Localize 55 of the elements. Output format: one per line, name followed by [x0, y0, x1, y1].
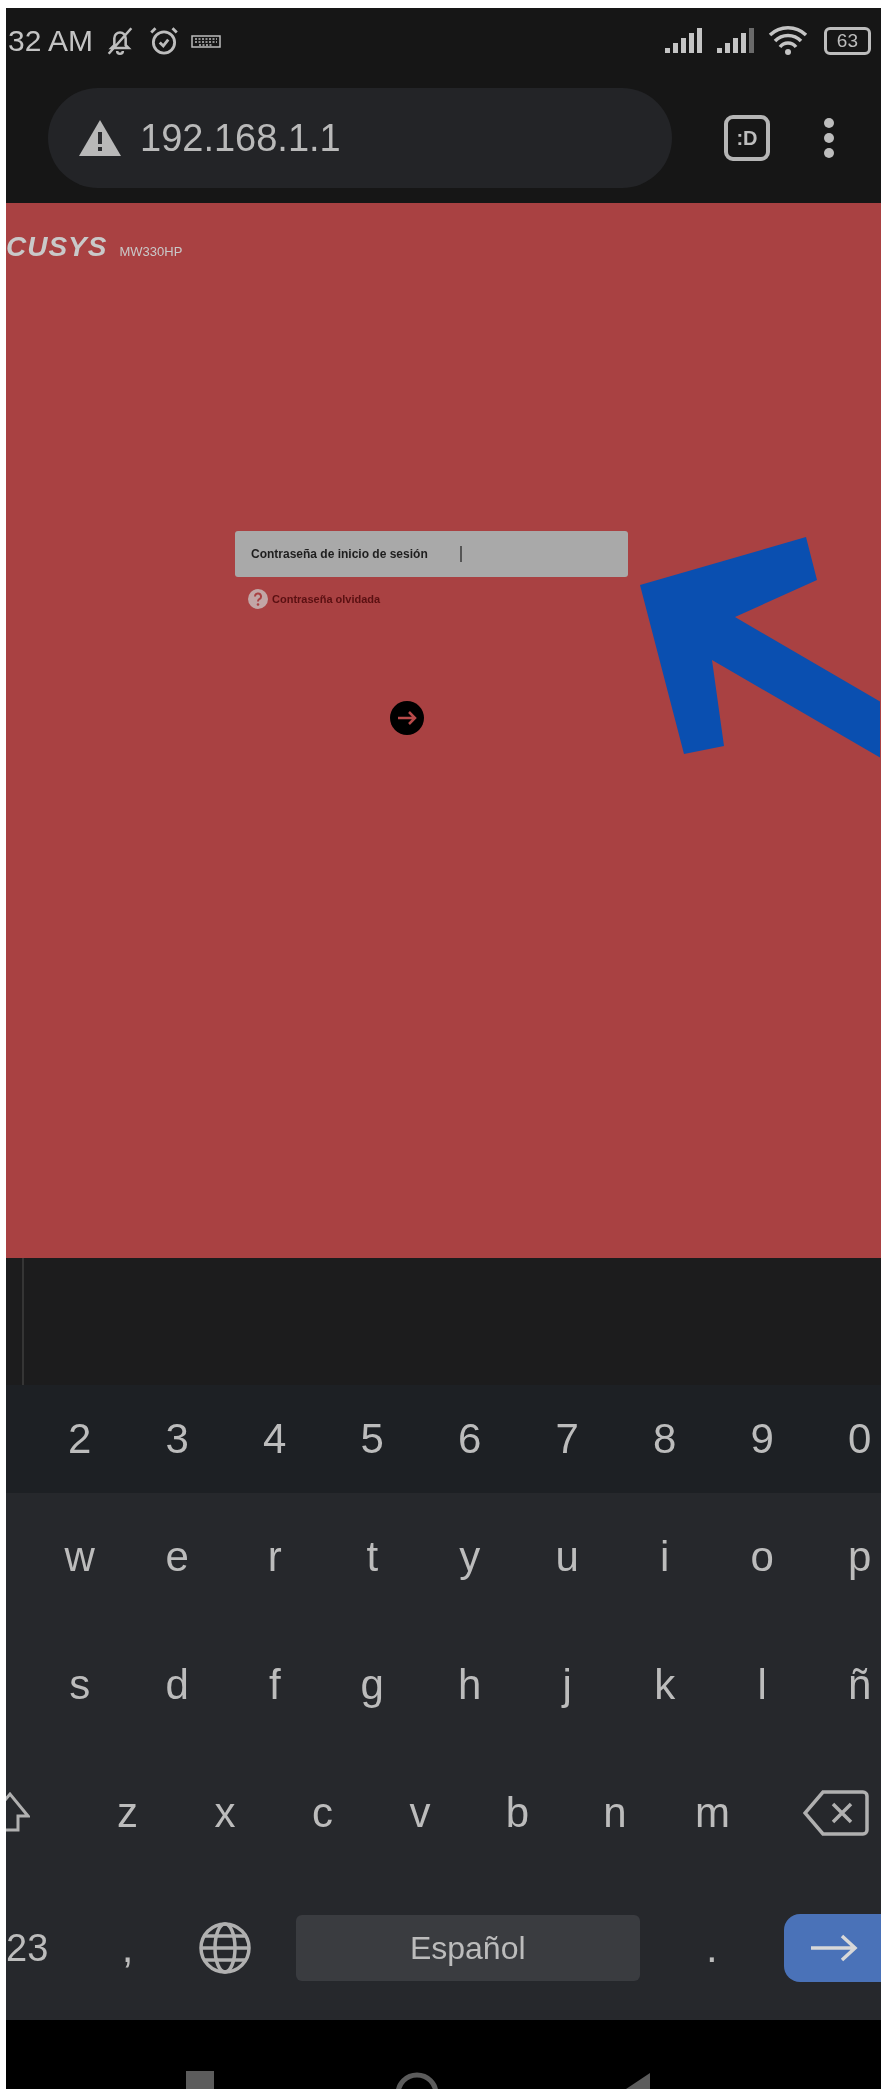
keyboard-key[interactable]: g [323, 1661, 421, 1709]
keyboard-key[interactable]: u [518, 1532, 616, 1581]
arrow-right-icon [808, 1933, 859, 1963]
status-time: 32 AM [8, 23, 94, 58]
keyboard-key[interactable]: v [371, 1789, 469, 1837]
space-key[interactable]: Español [295, 1915, 640, 1981]
keyboard-key[interactable]: 2 [31, 1415, 129, 1463]
keyboard-key[interactable]: y [421, 1532, 519, 1581]
battery-level: 63 [823, 26, 871, 55]
keyboard-key[interactable]: r [226, 1532, 324, 1581]
comma-key[interactable]: , [78, 1924, 177, 1972]
keyboard-key[interactable]: z [78, 1789, 177, 1837]
period-key[interactable]: . [639, 1924, 784, 1972]
keyboard-key[interactable]: 7 [518, 1415, 616, 1463]
keyboard-key[interactable]: 5 [323, 1415, 421, 1463]
keyboard-key[interactable]: k [616, 1661, 714, 1709]
keyboard-key[interactable]: 8 [616, 1415, 714, 1463]
keyboard-key[interactable]: t [323, 1532, 421, 1581]
wifi-icon [767, 24, 808, 57]
enter-key[interactable] [783, 1914, 881, 1982]
keyboard-key[interactable]: f [226, 1661, 324, 1709]
keyboard-key[interactable]: b [468, 1789, 567, 1837]
keyboard-key[interactable]: i [616, 1532, 714, 1581]
keyboard-key[interactable]: x [176, 1789, 274, 1837]
keyboard-key[interactable]: 0 [811, 1415, 881, 1463]
brand-logo: CUSYS [6, 231, 108, 263]
keyboard-key[interactable]: d [128, 1661, 226, 1709]
keyboard-key[interactable]: 9 [713, 1415, 811, 1463]
tab-switcher-button[interactable]: :D [724, 115, 770, 161]
keyboard-key[interactable]: ñ [811, 1661, 881, 1709]
symbols-key[interactable]: 23 [6, 1926, 79, 1970]
address-bar[interactable]: 192.168.1.1 [48, 88, 672, 188]
globe-icon[interactable] [198, 1921, 252, 1975]
keyboard-key[interactable]: p [811, 1532, 881, 1581]
password-field[interactable]: Contraseña de inicio de sesión [235, 531, 628, 577]
keyboard-key[interactable]: n [566, 1789, 664, 1837]
backspace-icon[interactable] [803, 1789, 870, 1837]
keyboard-key[interactable]: 4 [226, 1415, 324, 1463]
keyboard-key[interactable]: 3 [128, 1415, 226, 1463]
keyboard-key[interactable]: c [273, 1789, 372, 1837]
keyboard-key[interactable]: h [421, 1661, 519, 1709]
warning-icon [78, 119, 122, 157]
keyboard-key[interactable]: s [31, 1661, 129, 1709]
help-icon [248, 589, 268, 609]
keyboard-key[interactable]: e [128, 1532, 226, 1581]
keyboard-key[interactable]: l [713, 1661, 811, 1709]
keyboard-key[interactable]: 6 [421, 1415, 519, 1463]
keyboard-key[interactable]: o [713, 1532, 811, 1581]
keyboard-key[interactable]: m [663, 1789, 762, 1837]
keyboard-icon [191, 32, 222, 49]
url-text: 192.168.1.1 [140, 116, 341, 160]
model-name: MW330HP [119, 244, 183, 259]
keyboard-key[interactable]: w [31, 1532, 129, 1581]
keyboard-key[interactable]: j [518, 1661, 616, 1709]
menu-icon[interactable] [822, 117, 836, 159]
